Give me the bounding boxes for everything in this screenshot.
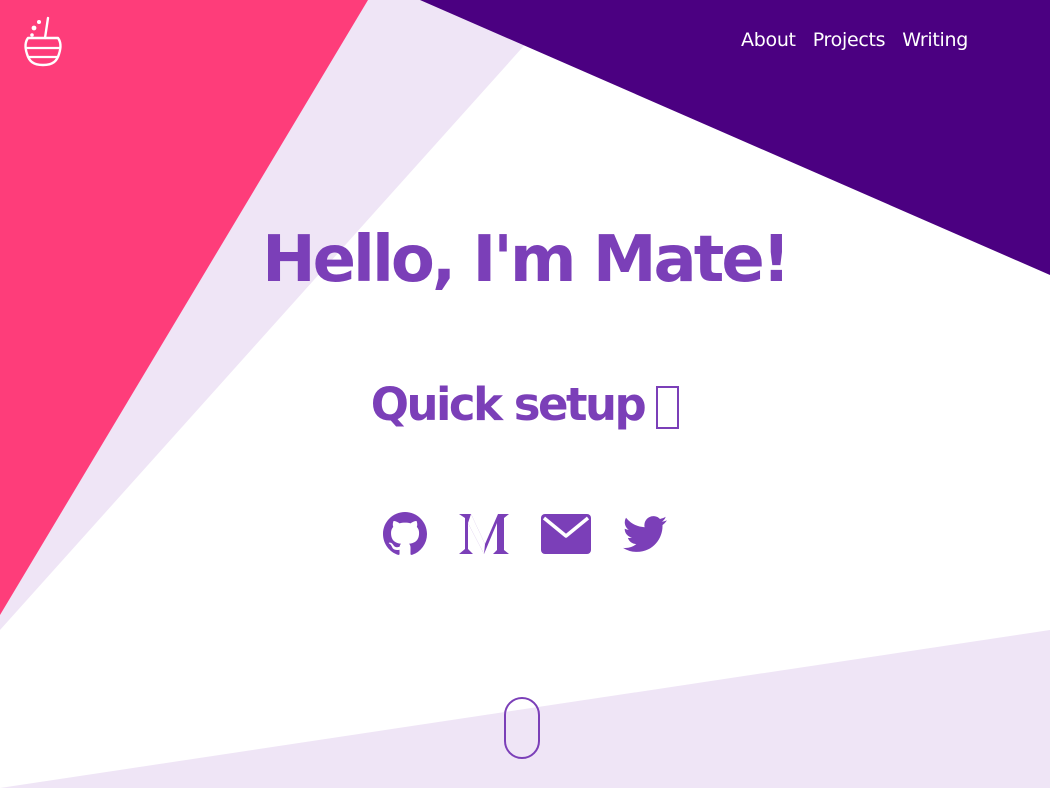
logo-link[interactable] [20, 14, 66, 70]
main-nav: About Projects Writing [741, 29, 968, 51]
github-icon [383, 512, 427, 555]
missing-glyph-box [656, 385, 680, 429]
github-link[interactable] [383, 512, 427, 560]
email-icon [541, 514, 591, 554]
page: About Projects Writing Hello, I'm Mate! … [0, 0, 1050, 788]
subtitle-row: Quick setup [0, 378, 1050, 432]
medium-link[interactable] [459, 513, 509, 559]
social-links [0, 512, 1050, 560]
cauldron-icon [24, 16, 62, 67]
twitter-icon [623, 516, 667, 552]
nav-about[interactable]: About [741, 29, 796, 51]
hero-title: Hello, I'm Mate! [262, 223, 791, 297]
medium-icon [459, 514, 509, 554]
nav-writing[interactable]: Writing [902, 29, 968, 51]
email-link[interactable] [541, 514, 591, 558]
scroll-down-mouse-icon[interactable] [504, 697, 540, 759]
hero-subtitle: Quick setup [370, 378, 647, 431]
twitter-link[interactable] [623, 512, 667, 560]
nav-projects[interactable]: Projects [813, 29, 886, 51]
